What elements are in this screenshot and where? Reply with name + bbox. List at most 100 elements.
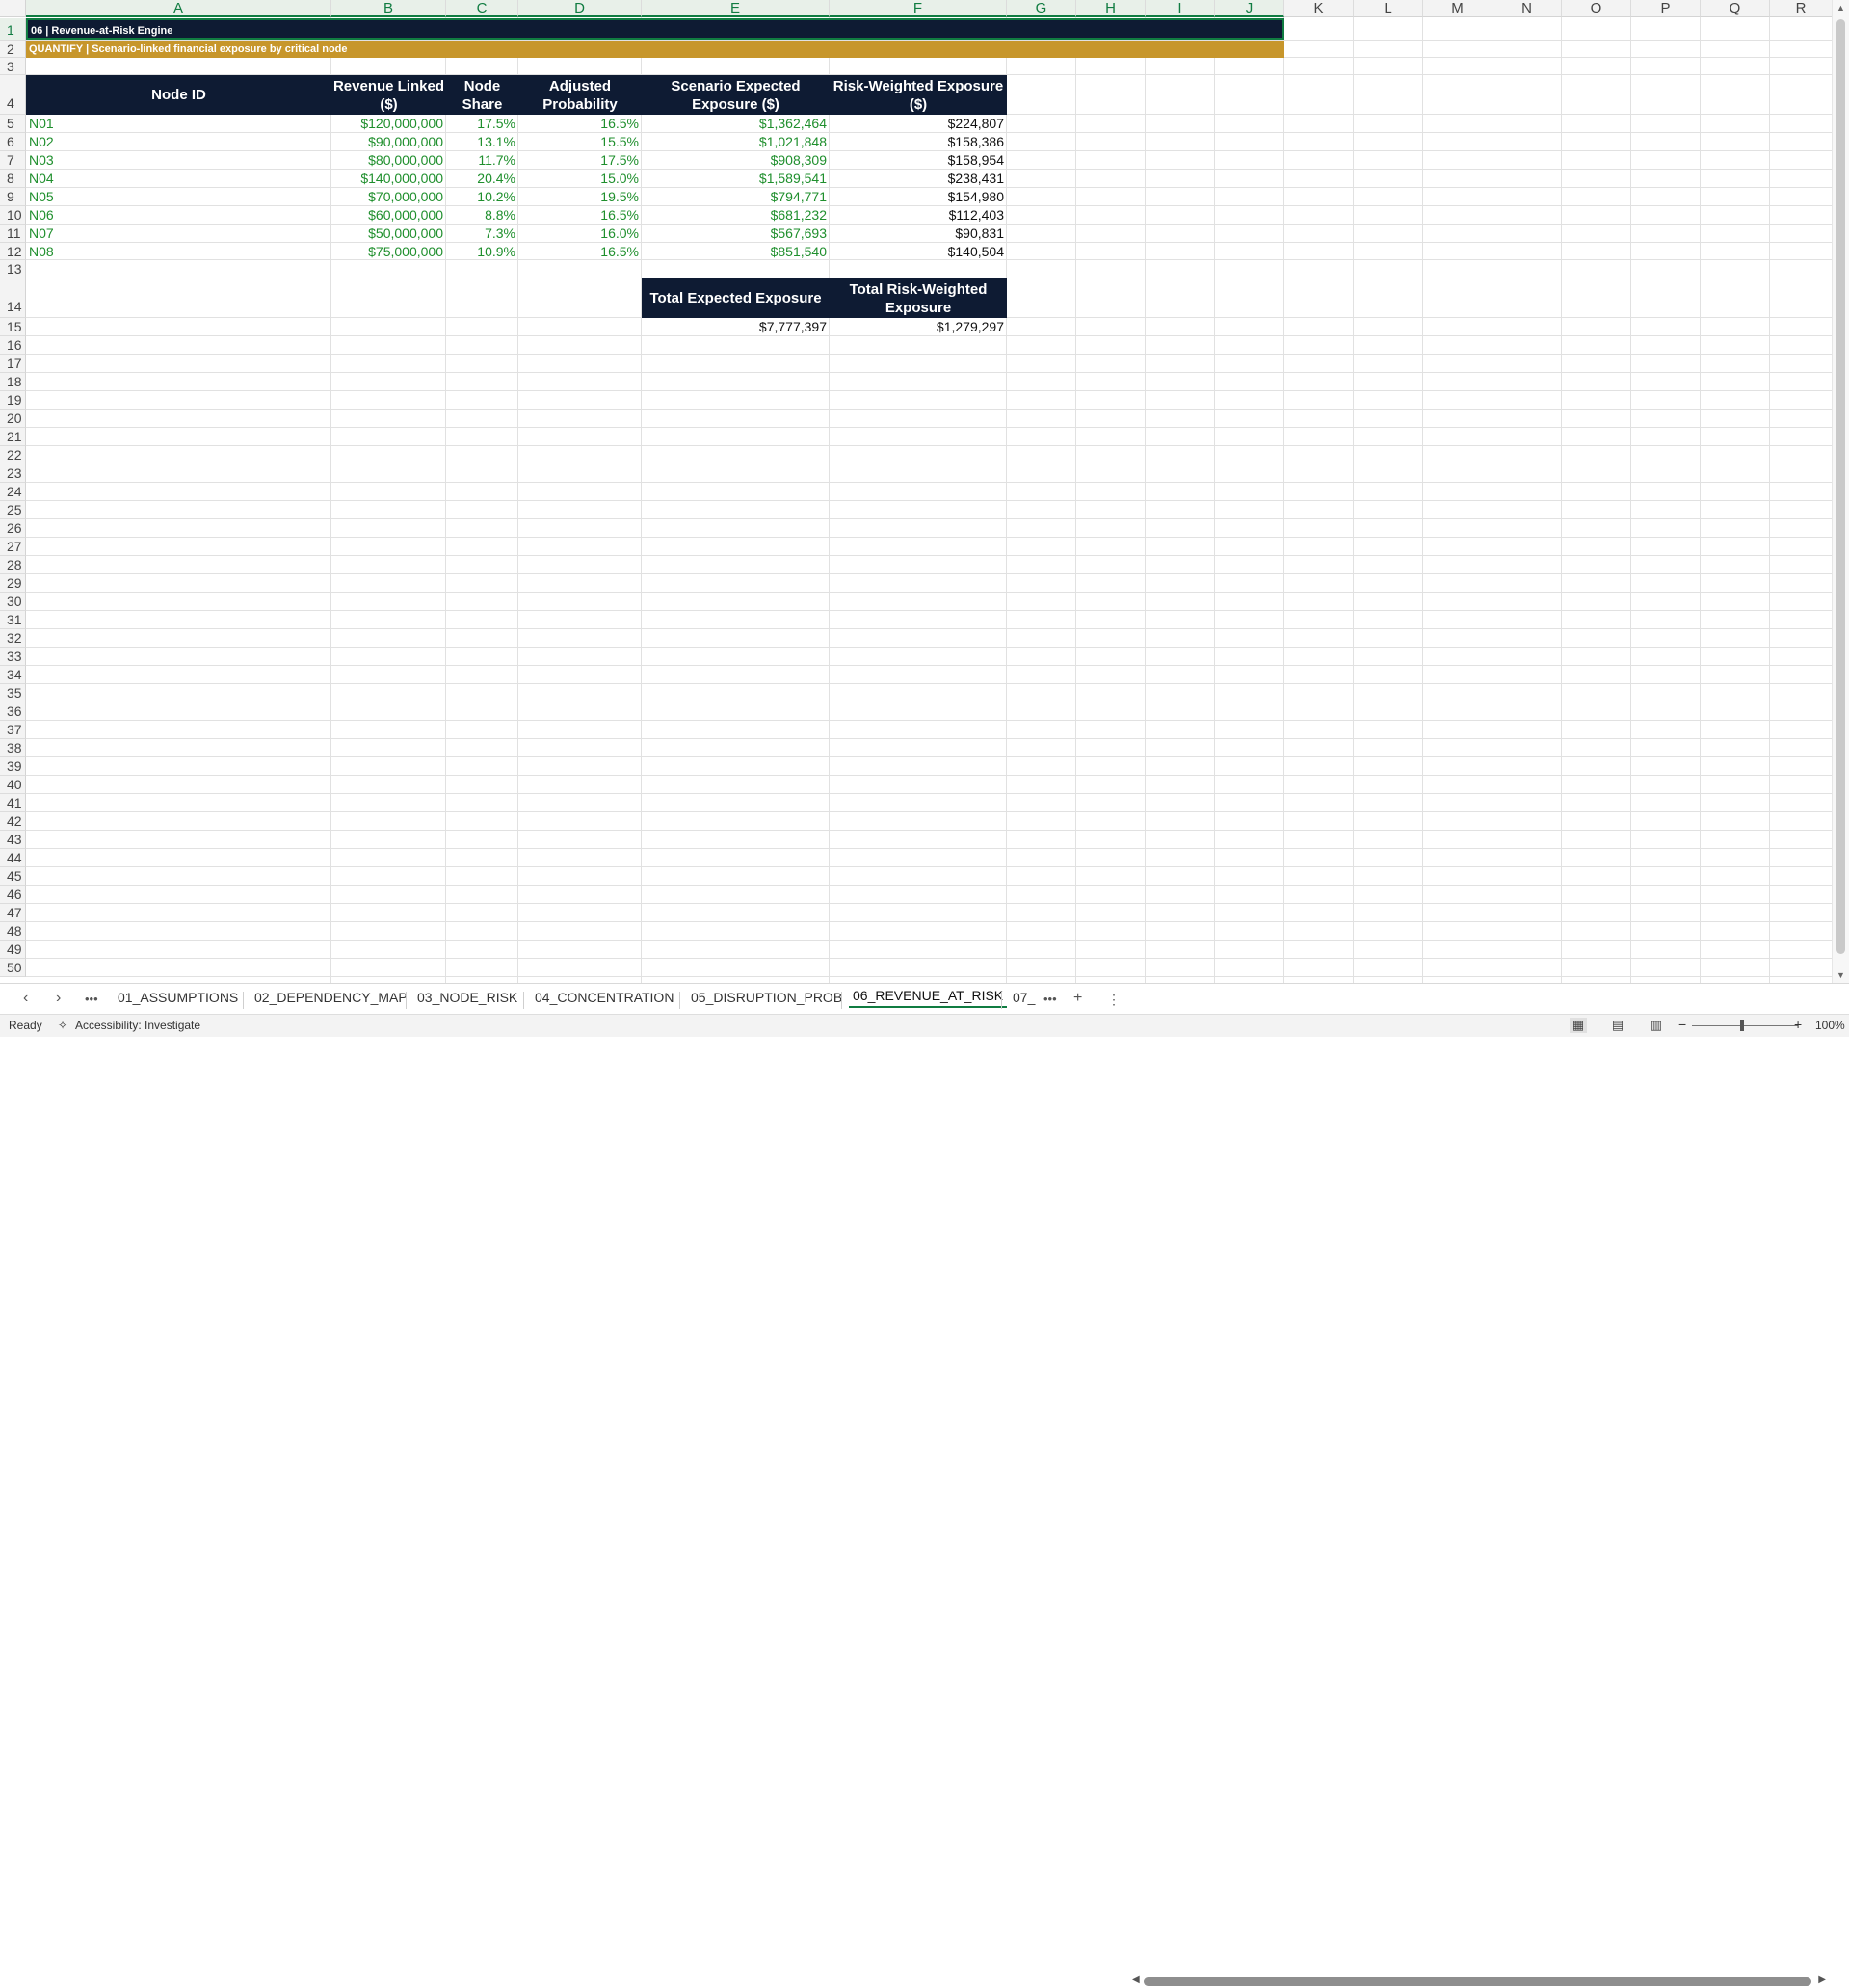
zoom-slider-thumb[interactable]	[1740, 1020, 1744, 1031]
sheet-tab-05-disruption-prob[interactable]: 05_DISRUPTION_PROB	[687, 990, 846, 1005]
accessibility-status[interactable]: Accessibility: Investigate	[75, 1019, 200, 1032]
sheet-subtitle-band[interactable]: QUANTIFY | Scenario-linked financial exp…	[26, 41, 1284, 58]
column-header-m[interactable]: M	[1423, 0, 1492, 17]
column-header-e[interactable]: E	[642, 0, 830, 17]
row-header-25[interactable]: 25	[0, 501, 26, 519]
prev-sheet-icon[interactable]: ‹	[23, 990, 28, 1007]
cell-share[interactable]: 11.7%	[446, 151, 518, 170]
cell-revenue[interactable]: $90,000,000	[331, 133, 446, 151]
cell-risk[interactable]: $224,807	[830, 115, 1007, 133]
column-header-g[interactable]: G	[1007, 0, 1076, 17]
column-header-a[interactable]: A	[26, 0, 331, 17]
cell-prob[interactable]: 15.0%	[518, 170, 642, 188]
column-header-i[interactable]: I	[1146, 0, 1215, 17]
horizontal-scroll-thumb[interactable]	[1144, 1977, 1811, 1986]
cell-share[interactable]: 8.8%	[446, 206, 518, 225]
row-header-42[interactable]: 42	[0, 812, 26, 831]
row-header-46[interactable]: 46	[0, 886, 26, 904]
row-header-36[interactable]: 36	[0, 702, 26, 721]
sheet-overflow-icon[interactable]: •••	[85, 992, 98, 1006]
cell-expected[interactable]: $1,021,848	[642, 133, 830, 151]
row-header-30[interactable]: 30	[0, 593, 26, 611]
cell-expected[interactable]: $681,232	[642, 206, 830, 225]
cell-expected[interactable]: $1,589,541	[642, 170, 830, 188]
row-header-28[interactable]: 28	[0, 556, 26, 574]
row-header-34[interactable]: 34	[0, 666, 26, 684]
normal-view-icon[interactable]: ▦	[1570, 1018, 1587, 1033]
cell-expected[interactable]: $908,309	[642, 151, 830, 170]
row-header-7[interactable]: 7	[0, 151, 26, 170]
header-total-expected-exposure[interactable]: Total Expected Exposure	[642, 278, 830, 318]
horizontal-scrollbar[interactable]: ◀ ▶	[1132, 1975, 1826, 1988]
row-header-19[interactable]: 19	[0, 391, 26, 410]
row-header-50[interactable]: 50	[0, 959, 26, 977]
row-header-13[interactable]: 13	[0, 260, 26, 278]
row-header-37[interactable]: 37	[0, 721, 26, 739]
cell-revenue[interactable]: $80,000,000	[331, 151, 446, 170]
column-header-b[interactable]: B	[331, 0, 446, 17]
cell-risk[interactable]: $154,980	[830, 188, 1007, 206]
row-header-21[interactable]: 21	[0, 428, 26, 446]
total-expected-exposure-value[interactable]: $7,777,397	[642, 318, 830, 336]
cell-revenue[interactable]: $120,000,000	[331, 115, 446, 133]
header-revenue-linked[interactable]: Revenue Linked ($)	[331, 75, 446, 115]
cell-node[interactable]: N03	[26, 151, 331, 170]
cell-risk[interactable]: $158,954	[830, 151, 1007, 170]
row-header-39[interactable]: 39	[0, 757, 26, 776]
zoom-slider-track[interactable]	[1692, 1025, 1798, 1026]
cell-revenue[interactable]: $140,000,000	[331, 170, 446, 188]
scroll-down-icon[interactable]: ▼	[1833, 970, 1849, 980]
zoom-in-icon[interactable]: +	[1794, 1017, 1802, 1032]
zoom-out-icon[interactable]: −	[1678, 1017, 1686, 1032]
row-header-40[interactable]: 40	[0, 776, 26, 794]
row-header-49[interactable]: 49	[0, 941, 26, 959]
row-header-4[interactable]: 4	[0, 75, 26, 115]
row-header-48[interactable]: 48	[0, 922, 26, 941]
row-header-12[interactable]: 12	[0, 243, 26, 260]
cell-revenue[interactable]: $75,000,000	[331, 243, 446, 261]
cell-share[interactable]: 10.2%	[446, 188, 518, 206]
zoom-level[interactable]: 100%	[1815, 1019, 1845, 1032]
column-header-n[interactable]: N	[1492, 0, 1562, 17]
cell-node[interactable]: N02	[26, 133, 331, 151]
row-header-14[interactable]: 14	[0, 278, 26, 318]
sheet-tab-06-revenue-at-risk[interactable]: 06_REVENUE_AT_RISK	[849, 988, 1008, 1008]
scroll-right-icon[interactable]: ▶	[1818, 1975, 1826, 1985]
cell-expected[interactable]: $567,693	[642, 225, 830, 243]
page-layout-view-icon[interactable]: ▤	[1609, 1018, 1626, 1033]
row-header-20[interactable]: 20	[0, 410, 26, 428]
page-break-preview-icon[interactable]: ▥	[1648, 1018, 1665, 1033]
cell-prob[interactable]: 16.5%	[518, 115, 642, 133]
header-node-share[interactable]: Node Share	[446, 75, 518, 115]
row-header-44[interactable]: 44	[0, 849, 26, 867]
cell-risk[interactable]: $238,431	[830, 170, 1007, 188]
column-header-o[interactable]: O	[1562, 0, 1631, 17]
cell-risk[interactable]: $112,403	[830, 206, 1007, 225]
row-header-6[interactable]: 6	[0, 133, 26, 151]
column-header-j[interactable]: J	[1215, 0, 1284, 17]
column-header-d[interactable]: D	[518, 0, 642, 17]
row-header-18[interactable]: 18	[0, 373, 26, 391]
row-header-1[interactable]: 1	[0, 18, 26, 41]
row-header-5[interactable]: 5	[0, 115, 26, 133]
total-risk-weighted-exposure-value[interactable]: $1,279,297	[830, 318, 1007, 336]
row-header-8[interactable]: 8	[0, 170, 26, 188]
cell-node[interactable]: N07	[26, 225, 331, 243]
spreadsheet-grid[interactable]: ABCDEFGHIJKLMNOPQR 1 2 3 4 5 6 7 8 9 10 11 12 13 14 15…	[0, 0, 1849, 983]
sheet-title-band[interactable]: 06 | Revenue-at-Risk Engine	[26, 18, 1284, 40]
row-header-17[interactable]: 17	[0, 355, 26, 373]
sheet-tab-02-dependency-map[interactable]: 02_DEPENDENCY_MAP	[251, 990, 411, 1005]
cell-prob[interactable]: 19.5%	[518, 188, 642, 206]
row-header-35[interactable]: 35	[0, 684, 26, 702]
row-header-23[interactable]: 23	[0, 464, 26, 483]
header-adjusted-probability[interactable]: Adjusted Probability	[518, 75, 642, 115]
row-header-3[interactable]: 3	[0, 58, 26, 75]
row-header-27[interactable]: 27	[0, 538, 26, 556]
cell-prob[interactable]: 16.5%	[518, 206, 642, 225]
add-sheet-icon[interactable]: +	[1073, 990, 1082, 1007]
cell-expected[interactable]: $794,771	[642, 188, 830, 206]
row-header-33[interactable]: 33	[0, 648, 26, 666]
vertical-scroll-thumb[interactable]	[1836, 19, 1845, 954]
column-header-q[interactable]: Q	[1701, 0, 1770, 17]
sheet-tab-04-concentration[interactable]: 04_CONCENTRATION	[531, 990, 677, 1005]
